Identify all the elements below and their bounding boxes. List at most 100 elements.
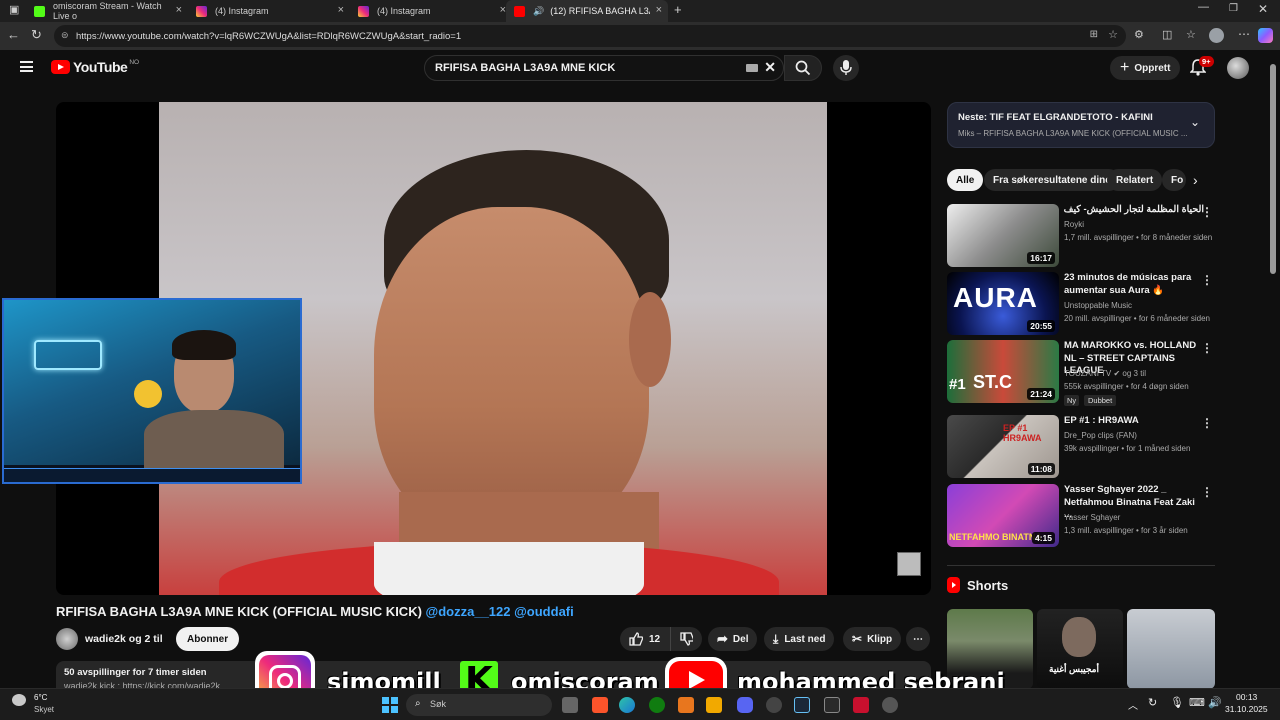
voice-search-button[interactable] — [833, 55, 859, 81]
video-thumbnail[interactable]: AURA 20:55 — [947, 272, 1059, 335]
channel-name[interactable]: Dre_Pop clips (FAN) — [1064, 431, 1137, 440]
maximize-button[interactable]: ❐ — [1229, 3, 1238, 14]
app-available-icon[interactable]: ⊞ — [1090, 29, 1098, 40]
list-item[interactable]: #1 ST.C 21:24 MA MAROKKO vs. HOLLAND NL … — [947, 340, 1215, 406]
list-item[interactable]: EP #1 HR9AWA 11:08 EP #1 : HR9AWA Dre_Po… — [947, 415, 1215, 479]
short-thumbnail[interactable] — [1127, 609, 1215, 689]
channel-name[interactable]: wadie2k og 2 til — [85, 633, 163, 645]
brave-icon[interactable] — [592, 697, 608, 713]
scrollbar[interactable] — [1268, 50, 1278, 688]
keyboard-icon[interactable] — [746, 64, 758, 72]
close-icon[interactable]: × — [176, 4, 182, 16]
steam-icon[interactable] — [794, 697, 810, 713]
split-screen-icon[interactable]: ◫ — [1162, 28, 1172, 41]
subscribe-button[interactable]: Abonner — [176, 627, 240, 651]
kebab-menu-icon[interactable]: ⋮ — [1201, 273, 1213, 287]
microphone-tray-icon[interactable]: 🎙 — [1170, 696, 1184, 709]
discord-icon[interactable] — [737, 697, 753, 713]
search-input[interactable]: RFIFISA BAGHA L3A9A MNE KICK ✕ — [424, 55, 784, 81]
speaker-icon[interactable]: 🔊 — [533, 6, 544, 17]
channel-name[interactable]: Yasser Sghayer — [1064, 513, 1120, 522]
video-title[interactable]: EP #1 : HR9AWA — [1064, 415, 1204, 428]
tab-instagram-1[interactable]: (4) Instagram × — [188, 0, 350, 22]
chip-related[interactable]: Relatert — [1107, 169, 1163, 191]
clock-time[interactable]: 00:13 — [1236, 692, 1257, 702]
refresh-icon[interactable]: ↻ — [31, 27, 42, 43]
collections-icon[interactable]: ☆ — [1186, 28, 1196, 41]
clock-date[interactable]: 31.10.2025 — [1225, 704, 1268, 714]
tab-actions-icon[interactable]: ▣ — [9, 3, 19, 16]
create-button[interactable]: + Opprett — [1110, 56, 1181, 80]
site-info-icon[interactable]: ⊜ — [61, 30, 69, 41]
taskbar-search[interactable]: ⌕ Søk — [406, 694, 552, 716]
channel-watermark[interactable] — [897, 552, 921, 576]
list-item[interactable]: 16:17 الحياة المظلمة لتجار الحشيش- كيف ت… — [947, 204, 1215, 268]
channel-name[interactable]: Royki — [1064, 220, 1084, 229]
url-field[interactable]: ⊜ https://www.youtube.com/watch?v=lqR6WC… — [54, 25, 1126, 47]
close-icon[interactable]: × — [656, 4, 662, 16]
chevron-down-icon[interactable]: ⌄ — [1190, 115, 1200, 129]
extensions-icon[interactable]: ⚙ — [1134, 28, 1144, 41]
video-title[interactable]: الحياة المظلمة لتجار الحشيش- كيف تعمل شب… — [1064, 204, 1204, 217]
kebab-menu-icon[interactable]: ⋮ — [1201, 485, 1213, 499]
video-thumbnail[interactable]: NETFAHMO BINATNA 4:15 — [947, 484, 1059, 547]
chip-from-search[interactable]: Fra søkeresultatene dine — [984, 169, 1120, 191]
chevron-up-icon[interactable]: ︿ — [1128, 697, 1138, 712]
video-thumbnail[interactable]: #1 ST.C 21:24 — [947, 340, 1059, 403]
download-button[interactable]: ⤓ Last ned — [764, 627, 835, 651]
new-tab-button[interactable]: + — [674, 2, 682, 17]
hamburger-menu-icon[interactable] — [20, 61, 33, 72]
account-avatar[interactable] — [1227, 57, 1249, 79]
copilot-icon[interactable] — [1258, 28, 1273, 43]
xbox-icon[interactable] — [649, 697, 665, 713]
more-actions-button[interactable]: ⋯ — [906, 627, 930, 651]
edge-icon[interactable] — [619, 697, 635, 713]
kebab-menu-icon[interactable]: ⋮ — [1201, 416, 1213, 430]
list-item[interactable]: NETFAHMO BINATNA 4:15 Yasser Sghayer 202… — [947, 484, 1215, 548]
chip-all[interactable]: Alle — [947, 169, 984, 191]
back-icon[interactable]: ← — [7, 27, 20, 42]
clip-button[interactable]: ✂ Klipp — [843, 627, 902, 651]
kebab-menu-icon[interactable]: ⋮ — [1201, 341, 1213, 355]
app-icon[interactable] — [706, 697, 722, 713]
task-view-icon[interactable] — [562, 697, 578, 713]
channel-name[interactable]: TOUZANI TV ✔ og 3 til — [1064, 369, 1146, 378]
channel-avatar[interactable] — [56, 628, 78, 650]
share-button[interactable]: ➦ Del — [708, 627, 758, 651]
tab-kick[interactable]: omiscoram Stream - Watch Live o × — [26, 0, 188, 22]
app-icon[interactable] — [678, 697, 694, 713]
like-button[interactable]: 12 — [620, 627, 670, 651]
close-icon[interactable]: × — [338, 4, 344, 16]
channel-name[interactable]: Unstoppable Music — [1064, 301, 1132, 310]
minimize-button[interactable]: — — [1198, 1, 1209, 13]
video-thumbnail[interactable]: EP #1 HR9AWA 11:08 — [947, 415, 1059, 478]
mention-link[interactable]: @ouddafi — [514, 604, 574, 619]
network-icon[interactable]: ⌨ — [1189, 696, 1205, 709]
search-button[interactable] — [784, 55, 822, 81]
app-tray-icon[interactable]: ↻ — [1148, 696, 1157, 709]
app-icon[interactable] — [853, 697, 869, 713]
video-title[interactable]: 23 minutos de músicas para aumentar sua … — [1064, 272, 1204, 297]
youtube-logo[interactable]: YouTube NO — [51, 59, 139, 75]
up-next-panel[interactable]: Neste: TIF FEAT ELGRANDETOTO - KAFINI Mi… — [947, 102, 1215, 148]
favorite-star-icon[interactable]: ☆ — [1108, 28, 1118, 41]
volume-icon[interactable]: 🔊 — [1208, 696, 1222, 709]
mention-link[interactable]: @dozza__122 — [426, 604, 511, 619]
tab-youtube[interactable]: 🔊 (12) RFIFISA BAGHA L3A9A × — [506, 0, 668, 22]
start-button[interactable] — [382, 697, 398, 713]
dislike-button[interactable] — [670, 627, 702, 651]
tab-instagram-2[interactable]: (4) Instagram × — [350, 0, 512, 22]
clear-search-icon[interactable]: ✕ — [764, 59, 776, 76]
chevron-right-icon[interactable]: › — [1193, 172, 1198, 188]
epic-games-icon[interactable] — [824, 697, 840, 713]
kebab-menu-icon[interactable]: ⋮ — [1201, 205, 1213, 219]
video-thumbnail[interactable]: 16:17 — [947, 204, 1059, 267]
more-menu-icon[interactable]: ⋯ — [1238, 27, 1250, 41]
short-thumbnail[interactable]: أمجيبس أغنية — [1037, 609, 1123, 689]
list-item[interactable]: AURA 20:55 23 minutos de músicas para au… — [947, 272, 1215, 336]
settings-icon[interactable] — [882, 697, 898, 713]
scrollbar-thumb[interactable] — [1270, 64, 1276, 274]
close-window-button[interactable]: ✕ — [1258, 2, 1268, 16]
notifications-button[interactable]: 9+ — [1189, 56, 1214, 79]
chip-more[interactable]: Fo — [1162, 169, 1186, 191]
